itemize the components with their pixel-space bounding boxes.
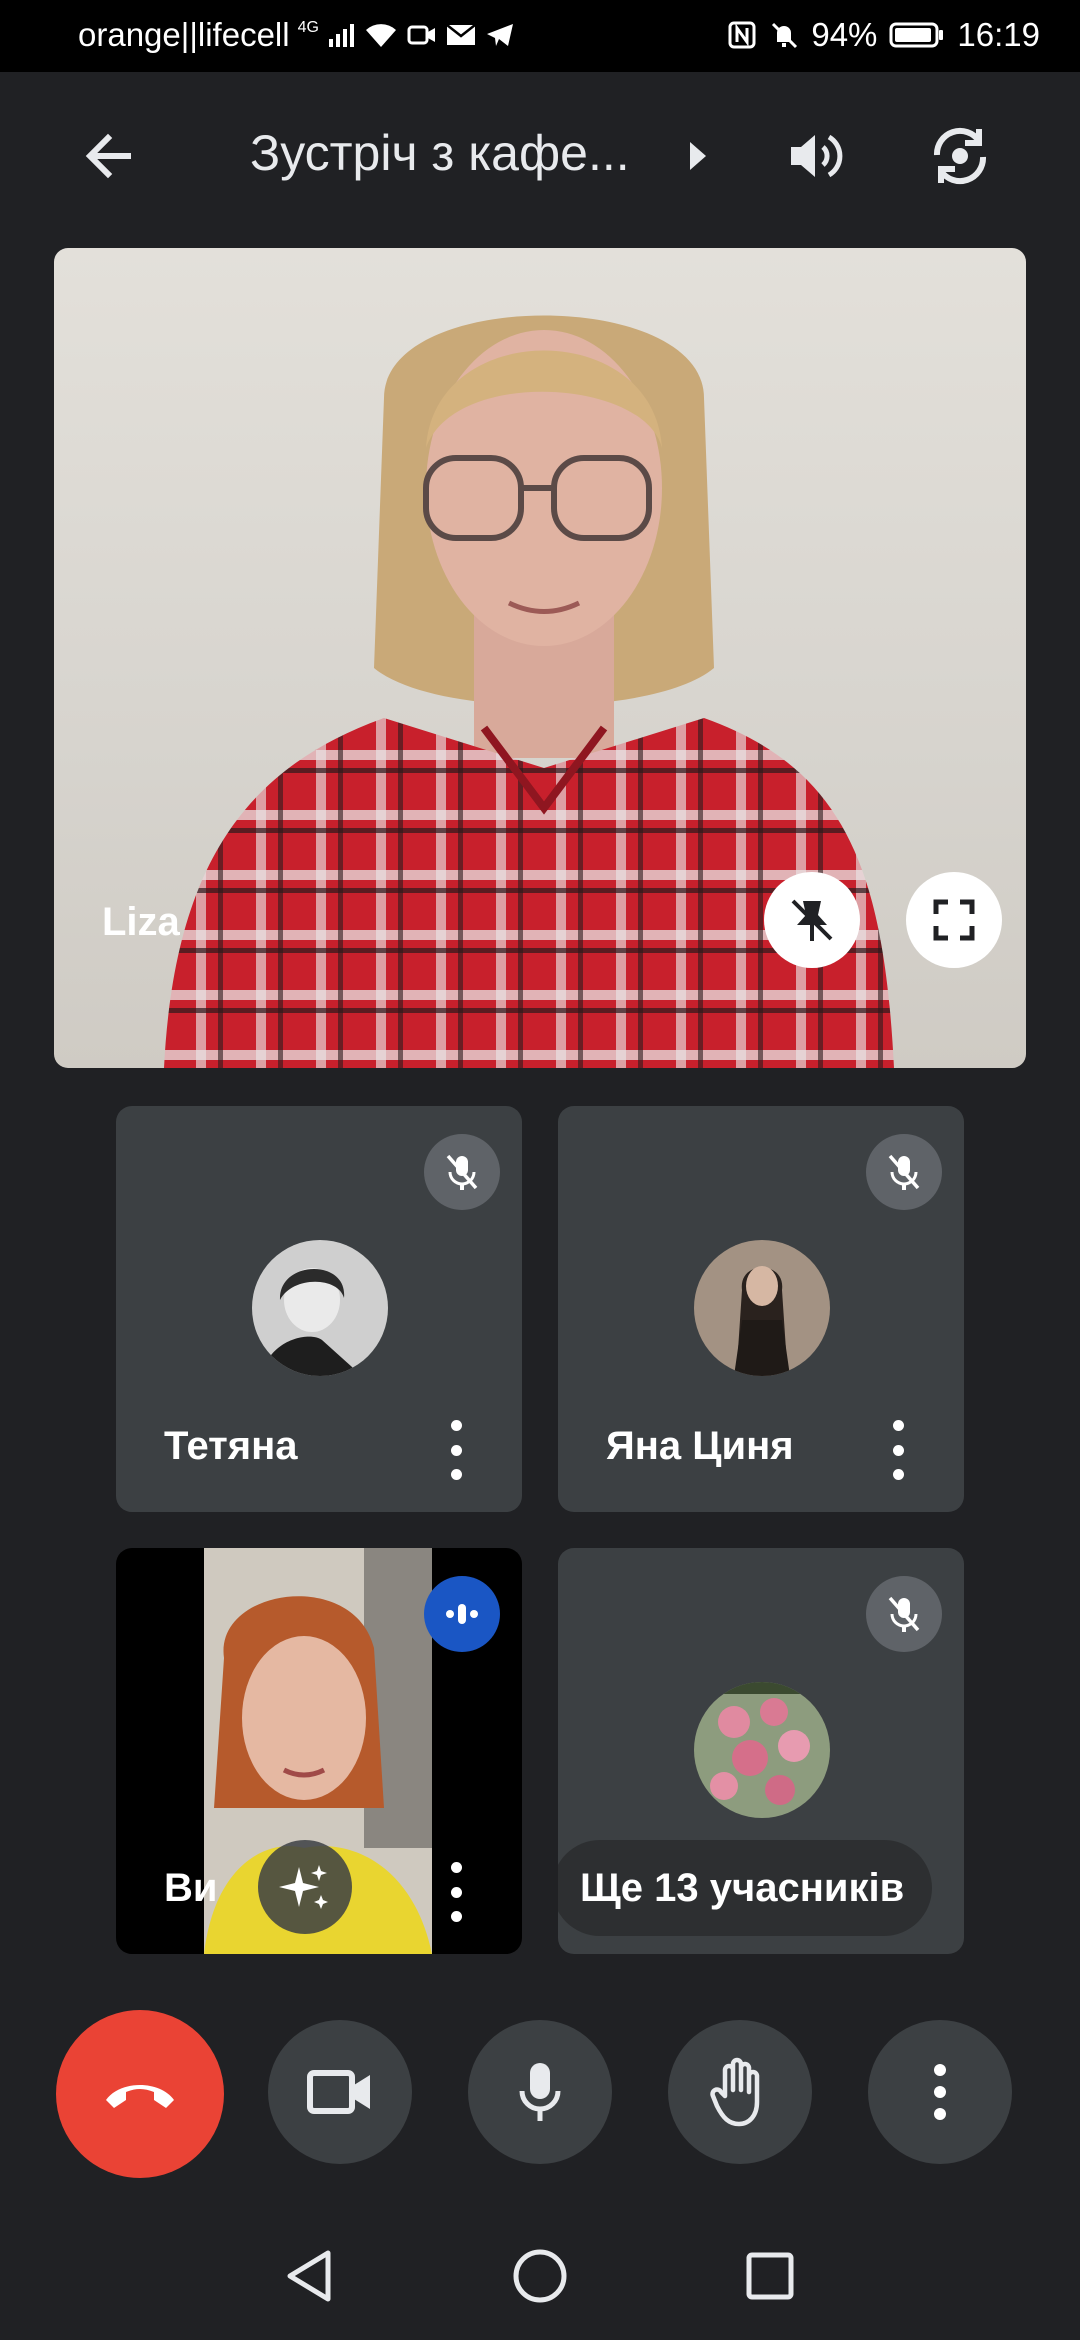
participant-options-button[interactable] — [888, 1420, 908, 1480]
back-arrow-icon — [85, 133, 131, 179]
mute-bell-icon — [772, 22, 798, 49]
mic-off-icon — [888, 1154, 920, 1190]
video-camera-icon — [307, 2070, 370, 2114]
end-call-button[interactable] — [56, 2010, 224, 2178]
more-options-button[interactable] — [868, 2020, 1012, 2164]
avatar-photo — [694, 1682, 830, 1818]
self-name: Ви — [164, 1866, 218, 1910]
nav-back-button[interactable] — [280, 2246, 340, 2306]
switch-camera-button[interactable] — [916, 112, 1004, 200]
audio-level-icon — [446, 1604, 478, 1624]
participant-video — [164, 315, 894, 1068]
avatar-photo — [252, 1240, 388, 1376]
nav-back-icon — [287, 2250, 331, 2302]
nfc-icon — [728, 21, 756, 49]
more-participants-tile[interactable]: Ще 13 учасників — [558, 1548, 964, 1954]
mic-off-icon — [888, 1596, 920, 1632]
system-navigation-bar — [0, 2220, 1080, 2340]
muted-badge — [866, 1134, 942, 1210]
microphone-icon — [519, 2063, 561, 2121]
muted-badge — [424, 1134, 500, 1210]
wifi-icon — [365, 24, 396, 47]
raise-hand-icon — [710, 2057, 760, 2127]
pinned-video-tile[interactable]: Liza — [54, 248, 1026, 1068]
participant-options-button[interactable] — [446, 1420, 466, 1480]
avatar — [252, 1240, 388, 1376]
microphone-button[interactable] — [468, 2020, 612, 2164]
fullscreen-button[interactable] — [906, 872, 1002, 968]
battery-percent: 94% — [811, 16, 878, 53]
raise-hand-button[interactable] — [668, 2020, 812, 2164]
carrier-label: orange||lifecell — [78, 16, 290, 53]
nav-home-button[interactable] — [510, 2246, 570, 2306]
avatar-photo — [694, 1240, 830, 1376]
nav-recents-icon — [746, 2252, 794, 2300]
network-type: 4G — [297, 19, 319, 36]
meeting-top-bar: Зустріч з кафе... — [0, 72, 1080, 242]
chevron-right-icon — [690, 142, 706, 170]
nav-recents-button[interactable] — [740, 2246, 800, 2306]
avatar — [694, 1240, 830, 1376]
pinned-participant-name: Liza — [102, 900, 180, 944]
more-vert-icon — [930, 2064, 950, 2120]
speaker-icon — [791, 134, 843, 178]
video-record-icon — [407, 25, 435, 45]
mail-icon — [446, 24, 476, 45]
meeting-title[interactable]: Зустріч з кафе... — [250, 124, 630, 182]
mic-off-icon — [446, 1154, 478, 1190]
avatar — [694, 1682, 830, 1818]
participant-name: Тетяна — [164, 1424, 298, 1468]
muted-badge — [866, 1576, 942, 1652]
nav-home-icon — [513, 2249, 567, 2303]
fullscreen-icon — [933, 899, 975, 941]
status-bar: orange||lifecell 4G 94% 16:19 — [0, 0, 1080, 72]
self-options-button[interactable] — [446, 1862, 466, 1922]
hang-up-icon — [106, 2085, 174, 2108]
speaking-indicator — [424, 1576, 500, 1652]
clock: 16:19 — [957, 16, 1040, 53]
telegram-icon — [486, 24, 513, 46]
visual-effects-button[interactable] — [258, 1840, 352, 1934]
unpin-icon — [791, 899, 833, 941]
participant-tile-tetiana[interactable]: Тетяна — [116, 1106, 522, 1512]
audio-output-button[interactable] — [770, 112, 858, 200]
more-participants-chip[interactable]: Ще 13 учасників — [558, 1840, 933, 1936]
battery-icon — [889, 22, 944, 48]
back-button[interactable] — [64, 112, 152, 200]
meeting-title-text: Зустріч з кафе... — [250, 125, 630, 181]
more-participants-label: Ще 13 учасників — [580, 1865, 905, 1910]
meeting-details-button[interactable] — [652, 112, 742, 200]
sparkle-icon — [279, 1865, 328, 1909]
self-video-tile[interactable]: Ви — [116, 1548, 522, 1954]
signal-icon — [328, 24, 354, 47]
camera-button[interactable] — [268, 2020, 412, 2164]
switch-camera-icon — [933, 127, 987, 185]
unpin-button[interactable] — [764, 872, 860, 968]
participant-name: Яна Циня — [606, 1424, 794, 1468]
participant-tile-yana[interactable]: Яна Циня — [558, 1106, 964, 1512]
